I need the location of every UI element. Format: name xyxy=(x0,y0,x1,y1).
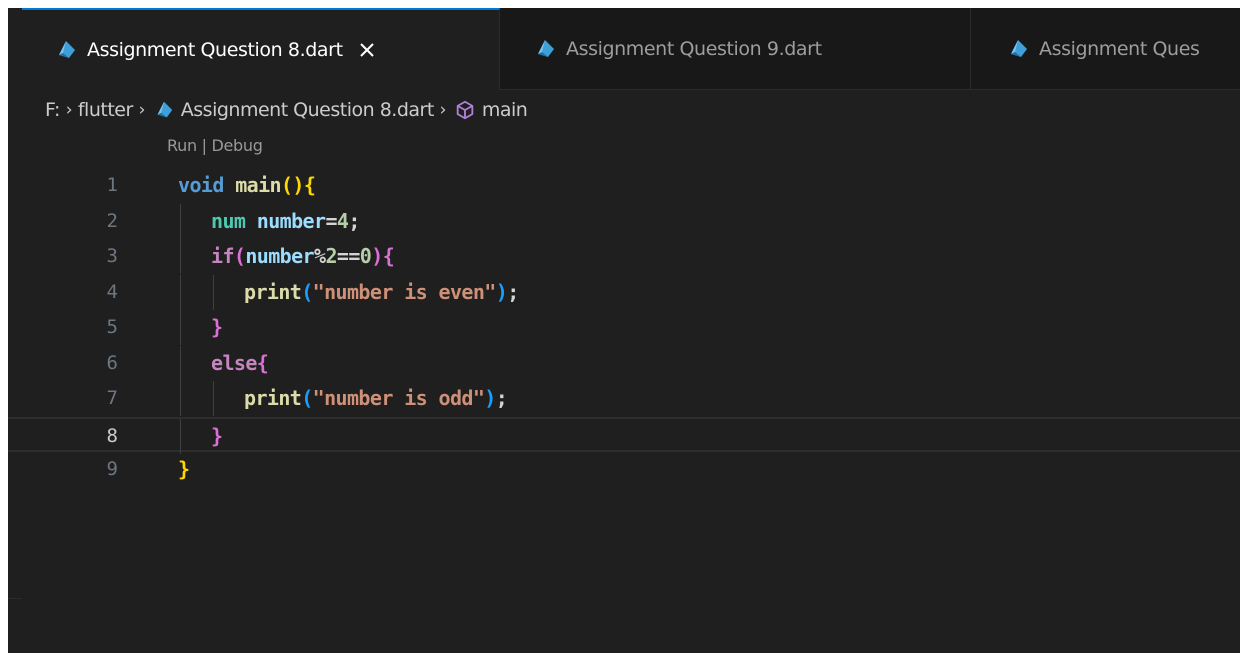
tab-assignment-question-8[interactable]: Assignment Question 8.dart xyxy=(22,8,500,90)
code-token: if xyxy=(211,244,234,268)
code-text: void main(){ xyxy=(178,173,316,197)
breadcrumb-separator: › xyxy=(65,100,73,120)
code-line[interactable]: 3 if(number%2==0){ xyxy=(8,239,1240,274)
code-token: () xyxy=(280,173,304,197)
code-token: % xyxy=(314,244,326,268)
code-token: number xyxy=(256,209,326,233)
line-number: 6 xyxy=(106,352,118,374)
code-token: == xyxy=(336,244,360,268)
code-text: } xyxy=(211,315,223,339)
line-number: 2 xyxy=(106,210,118,232)
code-token: "number is odd" xyxy=(312,386,485,410)
code-text: print("number is even"); xyxy=(244,280,519,304)
indent-guide xyxy=(180,275,181,310)
dart-file-icon xyxy=(59,41,75,58)
line-number: 3 xyxy=(106,245,118,267)
indent-guide xyxy=(213,381,214,416)
code-token: print xyxy=(244,386,302,410)
tab-bar: Assignment Question 8.dart Assignment Qu… xyxy=(22,8,1240,90)
code-token: } xyxy=(211,315,223,339)
indent-guide xyxy=(180,381,181,416)
breadcrumb-drive[interactable]: F: xyxy=(45,99,60,121)
breadcrumb-separator: › xyxy=(439,100,447,120)
code-token: ; xyxy=(495,386,508,410)
code-token: ( xyxy=(301,386,313,410)
indent-guide xyxy=(180,419,181,454)
code-token: ( xyxy=(233,244,246,268)
code-token: = xyxy=(325,209,337,233)
line-number: 1 xyxy=(106,174,118,196)
code-token: ( xyxy=(301,280,313,304)
line-number: 7 xyxy=(106,387,118,409)
indent-guide xyxy=(180,239,181,274)
code-token: 2 xyxy=(325,244,337,268)
screenshot-frame: Assignment Question 8.dart Assignment Qu… xyxy=(0,0,1248,653)
codelens-divider: | xyxy=(201,136,207,155)
code-line[interactable]: 1 void main(){ xyxy=(8,168,1240,203)
code-text: num number=4; xyxy=(211,209,360,233)
code-editor: Assignment Question 8.dart Assignment Qu… xyxy=(8,8,1240,653)
dart-file-icon xyxy=(1011,39,1027,57)
left-rail xyxy=(8,598,22,653)
code-token: else xyxy=(211,351,257,375)
code-token: print xyxy=(244,280,302,304)
indent-guide xyxy=(180,204,181,239)
breadcrumb: F: › flutter › Assignment Question 8.dar… xyxy=(45,93,528,127)
indent-guide xyxy=(213,275,214,310)
code-token: void xyxy=(178,173,224,197)
line-number: 4 xyxy=(106,281,118,303)
code-text: } xyxy=(178,457,190,481)
breadcrumb-file[interactable]: Assignment Question 8.dart xyxy=(181,99,435,121)
code-token: main xyxy=(235,173,281,197)
codelens: Run | Debug xyxy=(167,136,263,155)
breadcrumb-symbol[interactable]: main xyxy=(482,99,528,121)
code-line[interactable]: 2 num number=4; xyxy=(8,204,1240,239)
code-text: } xyxy=(211,424,223,448)
indent-guide xyxy=(180,346,181,381)
code-token: "number is even" xyxy=(312,280,497,304)
code-line[interactable]: 5} xyxy=(8,310,1240,345)
breadcrumb-separator: › xyxy=(138,100,146,120)
code-token: ) xyxy=(371,244,383,268)
code-token: { xyxy=(382,244,395,268)
tab-assignment-question-9[interactable]: Assignment Question 9.dart xyxy=(500,8,971,89)
code-token: ; xyxy=(507,280,519,304)
code-text: if(number%2==0){ xyxy=(211,244,395,268)
line-number: 8 xyxy=(106,425,118,447)
code-token: { xyxy=(256,351,269,375)
codelens-debug[interactable]: Debug xyxy=(211,136,262,155)
close-icon[interactable] xyxy=(357,40,377,60)
dart-file-icon xyxy=(157,101,173,118)
line-number: 5 xyxy=(106,316,118,338)
tab-label: Assignment Question 8.dart xyxy=(87,39,343,61)
method-cube-icon xyxy=(456,100,474,120)
code-token: } xyxy=(211,424,223,448)
tab-label: Assignment Ques xyxy=(1039,37,1200,60)
code-token: num xyxy=(211,209,246,233)
indent-guide xyxy=(180,310,181,345)
code-token: 4 xyxy=(336,209,349,233)
code-token: } xyxy=(178,457,190,481)
code-line[interactable]: 4 print("number is even"); xyxy=(8,275,1240,310)
tab-assignment-question-truncated[interactable]: Assignment Ques xyxy=(971,8,1240,89)
codelens-run[interactable]: Run xyxy=(167,136,197,155)
code-text: print("number is odd"); xyxy=(244,386,508,410)
dart-file-icon xyxy=(538,39,554,57)
code-line[interactable]: 9} xyxy=(8,452,1240,487)
code-line[interactable]: 7 print("number is odd"); xyxy=(8,381,1240,416)
line-number: 9 xyxy=(106,458,118,480)
code-token: number xyxy=(245,244,314,268)
breadcrumb-folder[interactable]: flutter xyxy=(78,99,133,121)
code-line[interactable]: 8} xyxy=(8,417,1240,454)
code-token: ) xyxy=(484,386,496,410)
code-line[interactable]: 6 else{ xyxy=(8,346,1240,381)
tab-label: Assignment Question 9.dart xyxy=(566,37,822,60)
code-token: 0 xyxy=(359,244,372,268)
code-token: { xyxy=(303,173,316,197)
code-token: ; xyxy=(348,209,360,233)
code-token: ) xyxy=(495,280,508,304)
code-text: else{ xyxy=(211,351,269,375)
